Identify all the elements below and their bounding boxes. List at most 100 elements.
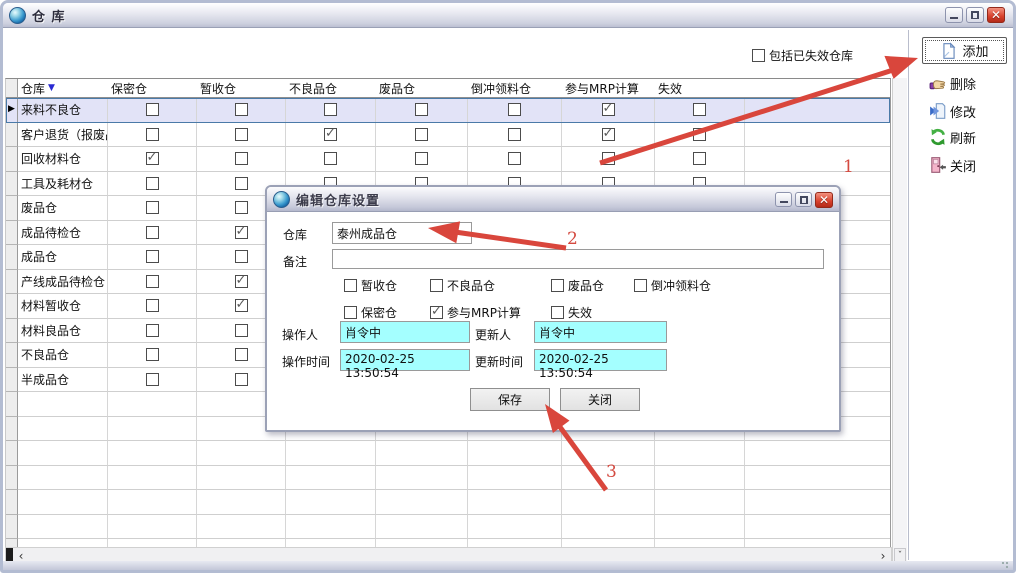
checked-checkbox-icon[interactable]: [235, 226, 248, 239]
dialog-close2-button[interactable]: 关闭: [560, 388, 640, 411]
unchecked-checkbox-icon[interactable]: [324, 152, 337, 165]
dialog-minimize-button[interactable]: [775, 192, 792, 207]
row-selector: [6, 319, 18, 344]
unchecked-checkbox-icon[interactable]: [634, 279, 647, 292]
window-titlebar: 仓 库 ✕: [3, 3, 1013, 28]
unchecked-checkbox-icon[interactable]: [551, 279, 564, 292]
unchecked-checkbox-icon[interactable]: [235, 250, 248, 263]
remark-input[interactable]: [332, 249, 824, 269]
unchecked-checkbox-icon[interactable]: [344, 279, 357, 292]
unchecked-checkbox-icon[interactable]: [693, 152, 706, 165]
warehouse-name-cell: 材料暂收仓: [18, 294, 108, 319]
maximize-button[interactable]: [966, 7, 984, 23]
modify-document-icon: [929, 102, 947, 120]
table-row[interactable]: ▶来料不良仓: [6, 98, 890, 123]
unchecked-checkbox-icon[interactable]: [146, 226, 159, 239]
checkbox-icon[interactable]: [752, 49, 765, 62]
modify-button[interactable]: 修改: [929, 101, 976, 121]
unchecked-checkbox-icon[interactable]: [146, 299, 159, 312]
unchecked-checkbox-icon[interactable]: [235, 103, 248, 116]
refresh-button[interactable]: 刷新: [929, 127, 976, 147]
add-button[interactable]: 添加: [922, 37, 1007, 64]
checked-checkbox-icon[interactable]: [324, 128, 337, 141]
dialog-close-button[interactable]: ✕: [815, 192, 833, 208]
unchecked-checkbox-icon[interactable]: [415, 128, 428, 141]
dialog-option-参与MRP计算[interactable]: 参与MRP计算: [430, 304, 521, 321]
unchecked-checkbox-icon[interactable]: [235, 152, 248, 165]
warehouse-input[interactable]: 泰州成品仓: [332, 222, 472, 244]
vertical-scrollbar[interactable]: ˇ: [892, 78, 907, 564]
column-header-1[interactable]: 保密仓: [108, 79, 197, 98]
column-header-3[interactable]: 不良品仓: [286, 79, 376, 98]
unchecked-checkbox-icon[interactable]: [146, 250, 159, 263]
dialog-option-失效[interactable]: 失效: [551, 304, 592, 321]
dialog-option-保密仓[interactable]: 保密仓: [344, 304, 397, 321]
column-header-5[interactable]: 倒冲领料仓: [468, 79, 562, 98]
dialog-option-不良品仓[interactable]: 不良品仓: [430, 277, 495, 294]
unchecked-checkbox-icon[interactable]: [146, 201, 159, 214]
check-cell: [108, 270, 197, 295]
unchecked-checkbox-icon[interactable]: [146, 128, 159, 141]
unchecked-checkbox-icon[interactable]: [344, 306, 357, 319]
unchecked-checkbox-icon[interactable]: [146, 177, 159, 190]
optime-label: 操作时间: [282, 353, 330, 370]
unchecked-checkbox-icon[interactable]: [235, 177, 248, 190]
unchecked-checkbox-icon[interactable]: [508, 128, 521, 141]
check-cell: [108, 147, 197, 172]
column-header-4[interactable]: 废品仓: [376, 79, 468, 98]
unchecked-checkbox-icon[interactable]: [146, 275, 159, 288]
include-invalid-checkbox[interactable]: 包括已失效仓库: [752, 47, 853, 64]
unchecked-checkbox-icon[interactable]: [508, 103, 521, 116]
resize-grip[interactable]: [1001, 561, 1011, 569]
unchecked-checkbox-icon[interactable]: [235, 373, 248, 386]
save-button[interactable]: 保存: [470, 388, 550, 411]
row-selector: [6, 245, 18, 270]
checked-checkbox-icon[interactable]: [235, 299, 248, 312]
unchecked-checkbox-icon[interactable]: [415, 152, 428, 165]
checked-checkbox-icon[interactable]: [146, 152, 159, 165]
unchecked-checkbox-icon[interactable]: [235, 324, 248, 337]
column-header-7[interactable]: 失效: [655, 79, 745, 98]
uptime-label: 更新时间: [475, 353, 523, 370]
option-label: 废品仓: [568, 277, 604, 294]
unchecked-checkbox-icon[interactable]: [551, 306, 564, 319]
unchecked-checkbox-icon[interactable]: [602, 152, 615, 165]
check-cell: [468, 98, 562, 123]
unchecked-checkbox-icon[interactable]: [235, 128, 248, 141]
column-header-6[interactable]: 参与MRP计算: [562, 79, 655, 98]
close-button[interactable]: ✕: [987, 7, 1005, 23]
unchecked-checkbox-icon[interactable]: [146, 348, 159, 361]
dialog-option-倒冲领料仓[interactable]: 倒冲领料仓: [634, 277, 711, 294]
column-header-2[interactable]: 暂收仓: [197, 79, 286, 98]
row-selector: [6, 172, 18, 197]
dialog-option-废品仓[interactable]: 废品仓: [551, 277, 604, 294]
dialog-option-暂收仓[interactable]: 暂收仓: [344, 277, 397, 294]
checked-checkbox-icon[interactable]: [602, 128, 615, 141]
unchecked-checkbox-icon[interactable]: [235, 348, 248, 361]
delete-button[interactable]: 删除: [929, 73, 976, 93]
minimize-button[interactable]: [945, 7, 963, 23]
check-cell: [108, 245, 197, 270]
unchecked-checkbox-icon[interactable]: [235, 201, 248, 214]
checked-checkbox-icon[interactable]: [235, 275, 248, 288]
table-row[interactable]: 回收材料仓: [6, 147, 890, 172]
unchecked-checkbox-icon[interactable]: [693, 128, 706, 141]
column-header-0[interactable]: 仓库▼: [18, 79, 108, 98]
close-button[interactable]: 关闭: [929, 155, 976, 175]
check-cell: [108, 343, 197, 368]
unchecked-checkbox-icon[interactable]: [415, 103, 428, 116]
unchecked-checkbox-icon[interactable]: [146, 324, 159, 337]
checked-checkbox-icon[interactable]: [602, 103, 615, 116]
checked-checkbox-icon[interactable]: [430, 306, 443, 319]
unchecked-checkbox-icon[interactable]: [693, 103, 706, 116]
dialog-maximize-button[interactable]: [795, 192, 812, 207]
add-document-icon: [940, 42, 958, 60]
unchecked-checkbox-icon[interactable]: [146, 373, 159, 386]
unchecked-checkbox-icon[interactable]: [508, 152, 521, 165]
check-cell: [286, 123, 376, 148]
unchecked-checkbox-icon[interactable]: [430, 279, 443, 292]
empty-row: [6, 490, 890, 515]
unchecked-checkbox-icon[interactable]: [324, 103, 337, 116]
table-row[interactable]: 客户退货（报废品: [6, 123, 890, 148]
unchecked-checkbox-icon[interactable]: [146, 103, 159, 116]
